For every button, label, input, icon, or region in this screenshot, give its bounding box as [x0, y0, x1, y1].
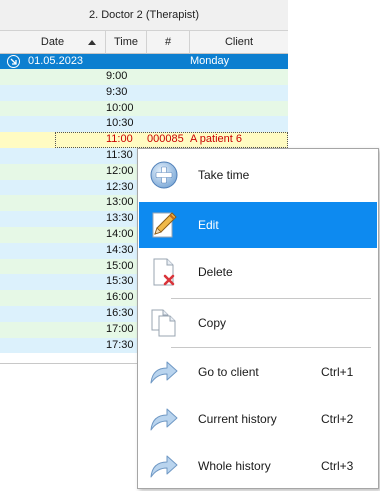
row-time: 11:00 — [106, 133, 133, 146]
edit-pencil-icon — [148, 209, 180, 241]
menu-item-go-to-client[interactable]: Go to client Ctrl+1 — [139, 349, 377, 395]
row-time: 13:00 — [106, 196, 134, 209]
collapse-group-icon[interactable] — [7, 55, 20, 68]
row-time: 10:30 — [106, 117, 134, 130]
row-time: 17:00 — [106, 322, 134, 335]
arrow-right-icon — [148, 356, 180, 388]
row-time: 12:00 — [106, 164, 134, 177]
delete-document-icon — [148, 256, 180, 288]
row-time: 16:00 — [106, 291, 134, 304]
column-header-date-label: Date — [40, 36, 65, 48]
shortcut-ctrl-2: Ctrl+2 — [321, 412, 354, 426]
appointment-row[interactable]: 10:00 — [0, 100, 288, 117]
column-header-client[interactable]: Client — [190, 31, 288, 54]
row-time: 10:00 — [106, 101, 134, 114]
column-header-time[interactable]: Time — [106, 31, 147, 54]
column-header-time-label: Time — [113, 36, 139, 48]
arrow-right-icon — [148, 403, 180, 435]
shortcut-ctrl-1: Ctrl+1 — [321, 365, 354, 379]
menu-item-edit[interactable]: Edit — [139, 202, 377, 248]
group-row[interactable]: 01.05.2023 Monday — [0, 54, 288, 69]
row-number: 000085 — [147, 133, 184, 146]
row-time: 14:30 — [106, 243, 134, 256]
appointment-row-booked[interactable]: 11:00 000085 A patient 6 — [0, 132, 288, 148]
menu-item-copy[interactable]: Copy — [139, 300, 377, 346]
context-menu: Take time Edit Delete Copy Go to client … — [137, 148, 379, 489]
sort-ascending-icon — [88, 40, 96, 45]
menu-item-copy-label: Copy — [198, 316, 227, 330]
appointment-row[interactable]: 9:00 — [0, 69, 288, 85]
menu-item-current-history-label: Current history — [198, 412, 277, 426]
column-header-date[interactable]: Date — [0, 31, 106, 54]
menu-separator — [171, 298, 371, 299]
plus-circle-icon — [148, 159, 180, 191]
row-time: 15:00 — [106, 259, 134, 272]
menu-item-take-time-label: Take time — [198, 168, 250, 182]
row-time: 15:30 — [106, 275, 134, 288]
row-time: 11:30 — [106, 148, 133, 161]
column-header-number[interactable]: # — [147, 31, 190, 54]
menu-item-take-time[interactable]: Take time — [139, 152, 377, 198]
menu-item-current-history[interactable]: Current history Ctrl+2 — [139, 396, 377, 442]
copy-documents-icon — [148, 307, 180, 339]
menu-item-whole-history-label: Whole history — [198, 459, 271, 473]
menu-separator — [171, 347, 371, 348]
arrow-right-icon — [148, 450, 180, 482]
column-header-client-label: Client — [224, 36, 254, 48]
row-time: 16:30 — [106, 306, 134, 319]
appointment-row[interactable]: 10:30 — [0, 116, 288, 133]
row-time: 9:30 — [106, 85, 128, 98]
column-header-number-label: # — [164, 36, 172, 48]
appointment-row[interactable]: 9:30 — [0, 84, 288, 101]
menu-item-edit-label: Edit — [198, 218, 219, 232]
row-time: 12:30 — [106, 180, 134, 193]
shortcut-ctrl-3: Ctrl+3 — [321, 459, 354, 473]
group-day: Monday — [190, 55, 230, 67]
row-time: 13:30 — [106, 212, 134, 225]
menu-item-delete[interactable]: Delete — [139, 249, 377, 295]
row-time: 9:00 — [106, 70, 128, 82]
menu-item-go-to-client-label: Go to client — [198, 365, 259, 379]
menu-item-whole-history[interactable]: Whole history Ctrl+3 — [139, 443, 377, 489]
row-client: A patient 6 — [190, 133, 242, 146]
row-time: 14:00 — [106, 227, 134, 240]
menu-item-delete-label: Delete — [198, 265, 233, 279]
group-date: 01.05.2023 — [28, 55, 84, 67]
row-time: 17:30 — [106, 338, 134, 351]
doctor-header: 2. Doctor 2 (Therapist) — [0, 0, 288, 31]
